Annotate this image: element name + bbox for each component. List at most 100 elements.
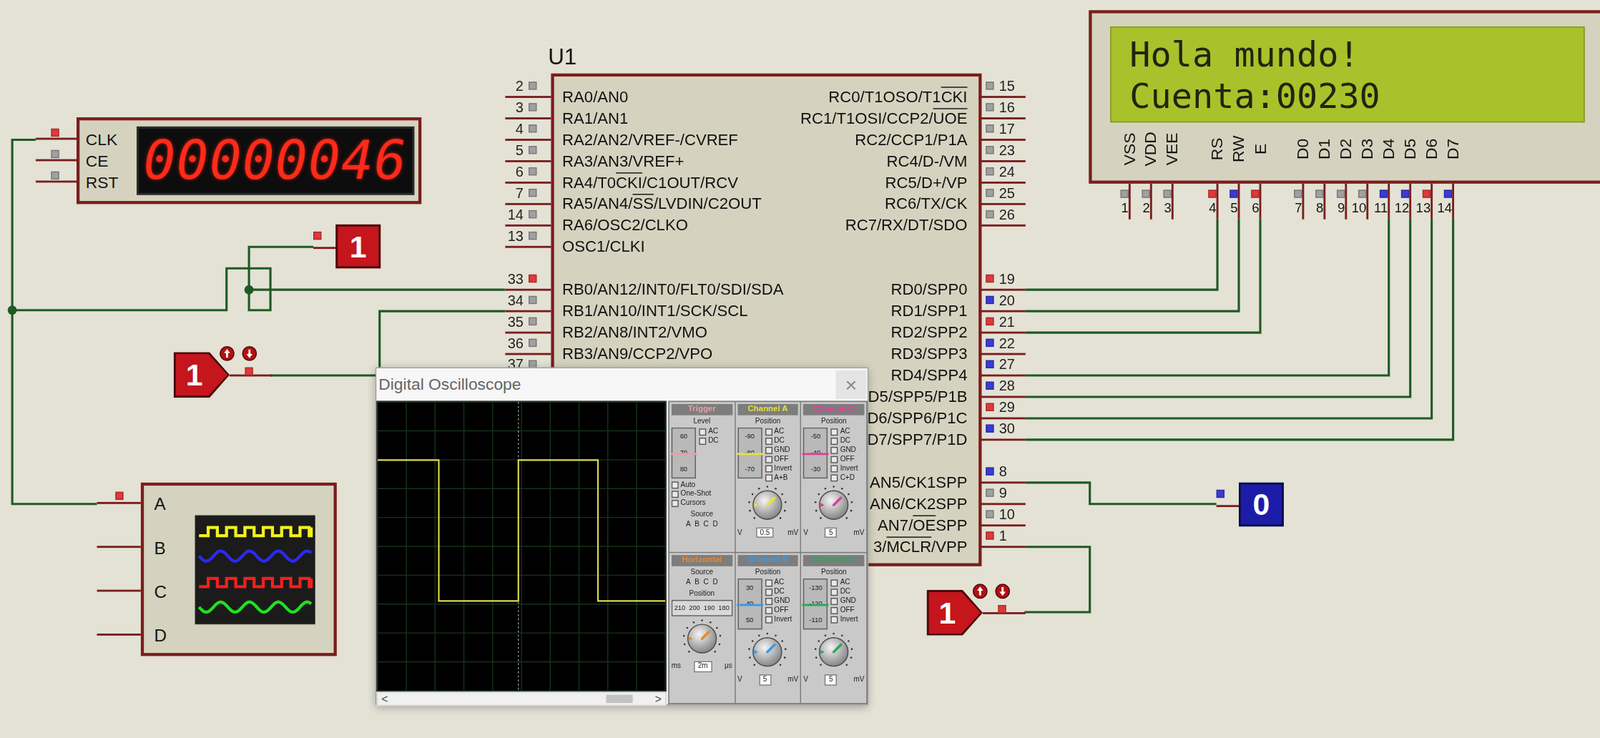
- pin-number: 21: [999, 313, 1015, 330]
- knob-icon[interactable]: [813, 631, 855, 673]
- channel-option[interactable]: Invert: [831, 464, 859, 473]
- pin-line: [504, 310, 551, 313]
- wire: [1025, 219, 1218, 290]
- probe-value: 0: [1238, 482, 1284, 527]
- mode-option[interactable]: Auto: [671, 480, 733, 490]
- chip-pin: 6RA4/T0CKI/C1OUT/RCV: [504, 160, 739, 184]
- pin-head: 3: [1162, 183, 1172, 220]
- coupling-option[interactable]: OFF: [765, 454, 793, 464]
- channel-option[interactable]: Invert: [831, 615, 859, 624]
- pin-label: RW: [1229, 135, 1249, 163]
- pin-state-marker: [985, 531, 994, 540]
- channel-option[interactable]: C+D: [831, 473, 859, 483]
- pin-number: 23: [999, 141, 1015, 159]
- pin-number: 12: [1394, 200, 1410, 216]
- pin-state-marker: [528, 145, 537, 154]
- coupling-option[interactable]: AC: [831, 427, 859, 437]
- pin-state-marker: [985, 360, 994, 369]
- pin-lead: 2: [504, 75, 551, 98]
- coupling-option[interactable]: OFF: [765, 605, 793, 615]
- pin-number: 8: [999, 463, 1008, 480]
- coupling-option[interactable]: GND: [831, 445, 859, 455]
- mode-option[interactable]: Cursors: [671, 499, 733, 508]
- position-slider[interactable]: -130-120-110: [803, 578, 828, 630]
- toggle-down-icon[interactable]: [241, 346, 257, 362]
- lcd-screen: Hola mundo!Cuenta:00230: [1110, 26, 1585, 123]
- knob-icon[interactable]: [747, 631, 789, 673]
- knob-icon[interactable]: [813, 484, 855, 525]
- slider-tick: -110: [808, 615, 822, 625]
- grid-line: [377, 603, 666, 605]
- chip-pin: 24RC5/D+/VP: [885, 160, 1026, 184]
- scroll-left-button[interactable]: <: [377, 693, 392, 706]
- coupling-option[interactable]: GND: [831, 597, 859, 606]
- pin-number: 5: [1230, 200, 1238, 216]
- coupling-option[interactable]: GND: [765, 597, 793, 606]
- toggle-up-icon[interactable]: [219, 346, 235, 362]
- scroll-right-button[interactable]: >: [650, 693, 666, 706]
- volts-knob: [737, 484, 799, 525]
- logic-state-input[interactable]: 1: [173, 351, 273, 398]
- slider-tick: 60: [680, 432, 688, 442]
- position-slider[interactable]: 210200190180: [671, 600, 733, 617]
- slider-tick: 70: [680, 448, 688, 458]
- pin-state-marker: [1250, 189, 1259, 198]
- pin-number: 9: [999, 484, 1008, 502]
- counter-pin-lead: [35, 169, 77, 184]
- coupling-option[interactable]: DC: [698, 437, 719, 446]
- pin-label: RD4/SPP4: [891, 365, 968, 387]
- toggle-buttons: [219, 346, 258, 362]
- close-button[interactable]: ×: [835, 370, 867, 400]
- pin-head: 21: [979, 311, 1026, 332]
- coupling-option[interactable]: OFF: [831, 454, 859, 464]
- pin-lead: 1: [1119, 183, 1141, 220]
- pin-state-marker: [985, 188, 994, 197]
- grid-line: [377, 430, 666, 432]
- horizontal-scrollbar[interactable]: <>: [376, 691, 666, 706]
- coupling-option[interactable]: OFF: [831, 605, 859, 615]
- coupling-option[interactable]: AC: [765, 578, 793, 588]
- channel-controls: -90-80-70ACDCGNDOFFInvertA+B: [737, 427, 799, 483]
- position-slider[interactable]: -50-40-30: [803, 427, 828, 479]
- coupling-option[interactable]: DC: [765, 437, 793, 446]
- lcd-pin: D18: [1314, 124, 1336, 220]
- coupling-option[interactable]: DC: [831, 587, 859, 597]
- source-selector[interactable]: ABCD: [671, 520, 733, 530]
- pin-head: [97, 489, 141, 503]
- lcd-pin: VSS1: [1119, 124, 1141, 220]
- wire: [1025, 219, 1390, 376]
- pin-label: RC5/D+/VP: [885, 172, 968, 194]
- pin-head: 28: [979, 375, 1026, 397]
- position-slider[interactable]: 304050: [737, 578, 762, 630]
- channel-option[interactable]: A+B: [765, 473, 793, 483]
- scroll-thumb[interactable]: [605, 695, 633, 704]
- toggle-up-icon[interactable]: [972, 583, 988, 599]
- slider-tick: 200: [688, 603, 700, 613]
- logic-state-input[interactable]: 1: [926, 590, 1025, 636]
- channel-option[interactable]: Invert: [765, 464, 793, 473]
- position-slider[interactable]: -90-80-70: [737, 427, 762, 479]
- slider-tick: -40: [811, 448, 821, 458]
- toggle-down-icon[interactable]: [994, 583, 1010, 599]
- coupling-option[interactable]: GND: [765, 445, 793, 455]
- pin-number: 10: [1351, 200, 1367, 216]
- source-selector[interactable]: ABCD: [671, 578, 733, 588]
- coupling-option[interactable]: AC: [831, 578, 859, 588]
- mode-option[interactable]: One-Shot: [671, 489, 733, 499]
- coupling-option[interactable]: DC: [831, 437, 859, 446]
- knob-icon[interactable]: [681, 618, 723, 660]
- slider-label: Position: [737, 416, 799, 426]
- coupling-option[interactable]: AC: [765, 427, 793, 437]
- pin-line: [504, 181, 551, 184]
- pin-head: 36: [504, 332, 551, 354]
- channel-option[interactable]: Invert: [765, 615, 793, 624]
- overline-text: MCLR: [886, 537, 932, 556]
- pin-line: [504, 95, 551, 98]
- slider-tick: -80: [744, 448, 754, 458]
- coupling-option[interactable]: DC: [765, 587, 793, 597]
- coupling-option[interactable]: AC: [698, 427, 719, 437]
- level-slider[interactable]: 607080: [671, 427, 696, 479]
- knob-icon[interactable]: [747, 484, 789, 525]
- lcd-pin-label-box: VEE: [1162, 124, 1184, 174]
- channel-controls: 304050ACDCGNDOFFInvert: [737, 578, 799, 630]
